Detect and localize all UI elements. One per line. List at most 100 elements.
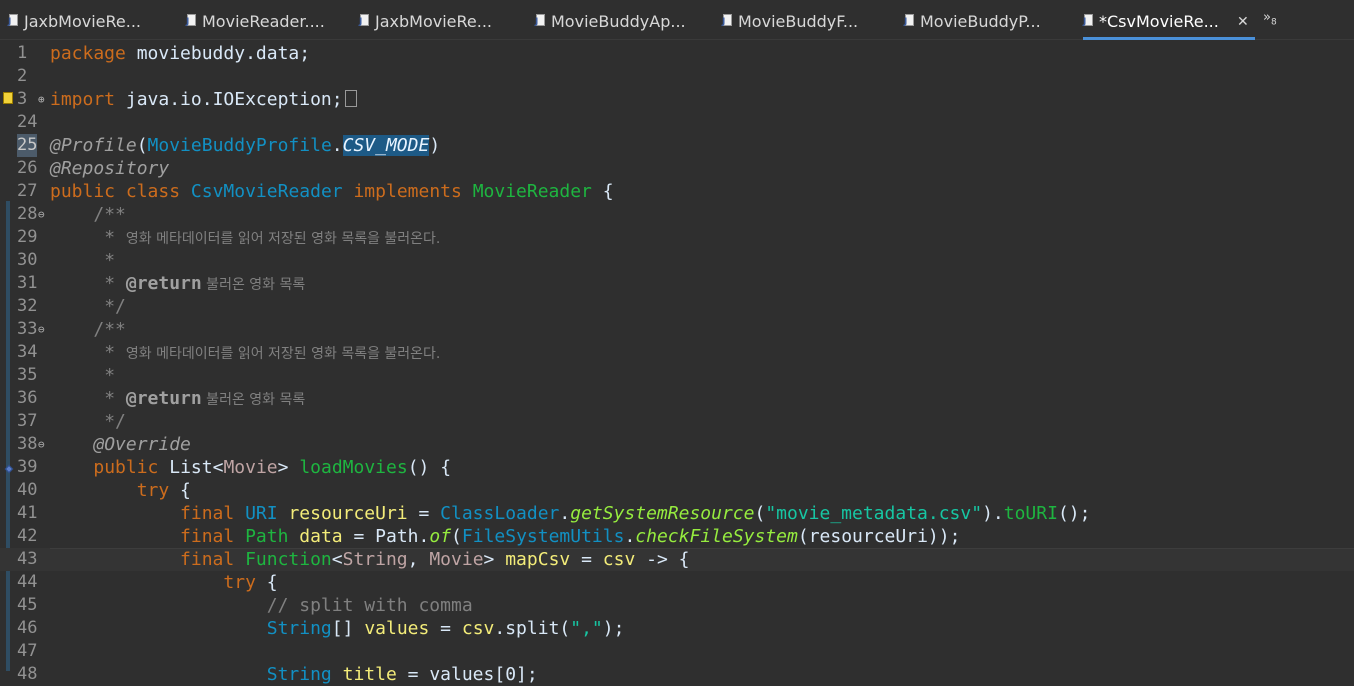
code-line: 42 final Path data = Path.of(FileSystemU… — [0, 525, 1354, 548]
javadoc-text: 불러온 영화 목록 — [201, 392, 306, 408]
tab-label: *CsvMovieRe... — [1099, 12, 1219, 31]
fold-collapse-icon[interactable]: ⊖ — [38, 318, 45, 341]
warning-marker-icon[interactable] — [3, 92, 15, 106]
java-file-icon — [904, 14, 916, 28]
type-name: Function — [245, 549, 332, 570]
code-text: . — [624, 526, 636, 547]
line-number: 32 — [17, 296, 38, 316]
code-text: -> { — [635, 549, 690, 570]
type-parameter: Movie — [429, 549, 484, 570]
code-line-current: 43 final Function<String, Movie> mapCsv … — [0, 548, 1354, 571]
type-parameter: Movie — [223, 457, 278, 478]
more-tabs-button[interactable]: »8 — [1263, 10, 1277, 28]
fold-expand-icon[interactable]: ⊕ — [38, 88, 45, 111]
javadoc: * — [93, 273, 126, 294]
code-line: 25 @Profile(MovieBuddyProfile.CSV_MODE) — [0, 134, 1354, 157]
code-line: 34 * 영화 메타데이터를 읽어 저장된 영화 목록을 불러온다. — [0, 341, 1354, 364]
code-line: 36 * @return 불러온 영화 목록 — [0, 387, 1354, 410]
collapsed-imports-icon[interactable] — [344, 90, 357, 107]
javadoc-text: 불러온 영화 목록 — [201, 277, 306, 293]
code-editor[interactable]: 1 package moviebuddy.data; 2 3 ⊕ import … — [0, 40, 1354, 685]
code-line: 1 package moviebuddy.data; — [0, 42, 1354, 65]
code-text: . — [494, 618, 506, 639]
tab-movie-buddy-app[interactable]: MovieBuddyAp... — [535, 12, 686, 40]
code-line: 40 try { — [0, 479, 1354, 502]
tab-jaxb-movie-reader-1[interactable]: JaxbMovieRe... — [8, 12, 141, 40]
class-name: FileSystemUtils — [461, 526, 625, 547]
argument: resourceUri — [808, 526, 928, 547]
line-number: 48 — [17, 664, 38, 684]
keyword: final — [180, 549, 235, 570]
fold-collapse-icon[interactable]: ⊖ — [38, 203, 45, 226]
lambda-parameter: csv — [602, 549, 636, 570]
keyword: final — [180, 526, 235, 547]
code-text: > — [483, 549, 495, 570]
line-number: 40 — [17, 480, 38, 500]
line-number: 46 — [17, 618, 38, 638]
code-text: () { — [407, 457, 452, 478]
code-text: . — [559, 503, 571, 524]
line-number: 43 — [17, 549, 38, 569]
code-text: (); — [1057, 503, 1091, 524]
javadoc: */ — [93, 411, 126, 432]
tab-csv-movie-reader[interactable]: *CsvMovieRe... — [1083, 12, 1255, 40]
code-line: 44 try { — [0, 571, 1354, 594]
keyword: public — [93, 457, 159, 478]
code-line: 39 public List<Movie> loadMovies() { — [0, 456, 1354, 479]
line-number: 44 — [17, 572, 38, 592]
type-name: URI — [245, 503, 278, 524]
selected-field[interactable]: CSV_MODE — [342, 135, 430, 156]
override-marker-icon[interactable] — [3, 460, 15, 474]
keyword: public — [50, 181, 116, 202]
code-line: 47 — [0, 640, 1354, 663]
line-number: 31 — [17, 273, 38, 293]
tab-jaxb-movie-reader-2[interactable]: JaxbMovieRe... — [359, 12, 492, 40]
code-line: 41 final URI resourceUri = ClassLoader.g… — [0, 502, 1354, 525]
code-text: { — [255, 572, 278, 593]
code-text: = — [429, 618, 462, 639]
line-number: 2 — [17, 66, 28, 86]
variable: data — [299, 526, 343, 547]
keyword: try — [223, 572, 256, 593]
javadoc: * — [93, 388, 126, 409]
chevron-double-right-icon: » — [1263, 10, 1271, 25]
keyword: package — [50, 43, 126, 64]
code-text: = — [407, 503, 441, 524]
code-line: 37 */ — [0, 410, 1354, 433]
variable: values — [364, 618, 430, 639]
tab-label: JaxbMovieRe... — [375, 12, 492, 31]
code-line: 27 public class CsvMovieReader implement… — [0, 180, 1354, 203]
code-text: . — [418, 526, 430, 547]
javadoc-text: 영화 메타데이터를 읽어 저장된 영화 목록을 불러온다. — [125, 231, 441, 247]
javadoc: * — [93, 227, 126, 248]
type-name: String — [266, 664, 332, 685]
code-text: < — [212, 457, 224, 478]
code-line: 24 — [0, 111, 1354, 134]
line-number: 42 — [17, 526, 38, 546]
code-line: 32 */ — [0, 295, 1354, 318]
tab-movie-reader[interactable]: MovieReader.... — [186, 12, 325, 40]
string-literal: "movie_metadata.csv" — [765, 503, 983, 524]
code-text: ) — [429, 135, 441, 156]
code-line: 30 * — [0, 249, 1354, 272]
variable: mapCsv — [505, 549, 571, 570]
line-number: 27 — [17, 181, 38, 201]
tab-label: MovieBuddyP... — [920, 12, 1041, 31]
close-icon[interactable]: ✕ — [1237, 14, 1249, 30]
interface-name: MovieReader — [472, 181, 592, 202]
keyword: class — [125, 181, 181, 202]
code-text: ( — [559, 618, 571, 639]
line-number: 38 — [17, 434, 38, 454]
code-line: 2 — [0, 65, 1354, 88]
tab-label: MovieReader.... — [202, 12, 325, 31]
java-file-icon — [535, 14, 547, 28]
keyword: implements — [353, 181, 462, 202]
tab-movie-buddy-f[interactable]: MovieBuddyF... — [722, 12, 858, 40]
code-line: 46 String[] values = csv.split(","); — [0, 617, 1354, 640]
fold-collapse-icon[interactable]: ⊖ — [38, 433, 45, 456]
tab-movie-buddy-p[interactable]: MovieBuddyP... — [904, 12, 1041, 40]
code-line: 3 ⊕ import java.io.IOException; — [0, 88, 1354, 111]
class-name: Path — [375, 526, 419, 547]
line-number: 35 — [17, 365, 38, 385]
variable: csv — [461, 618, 495, 639]
